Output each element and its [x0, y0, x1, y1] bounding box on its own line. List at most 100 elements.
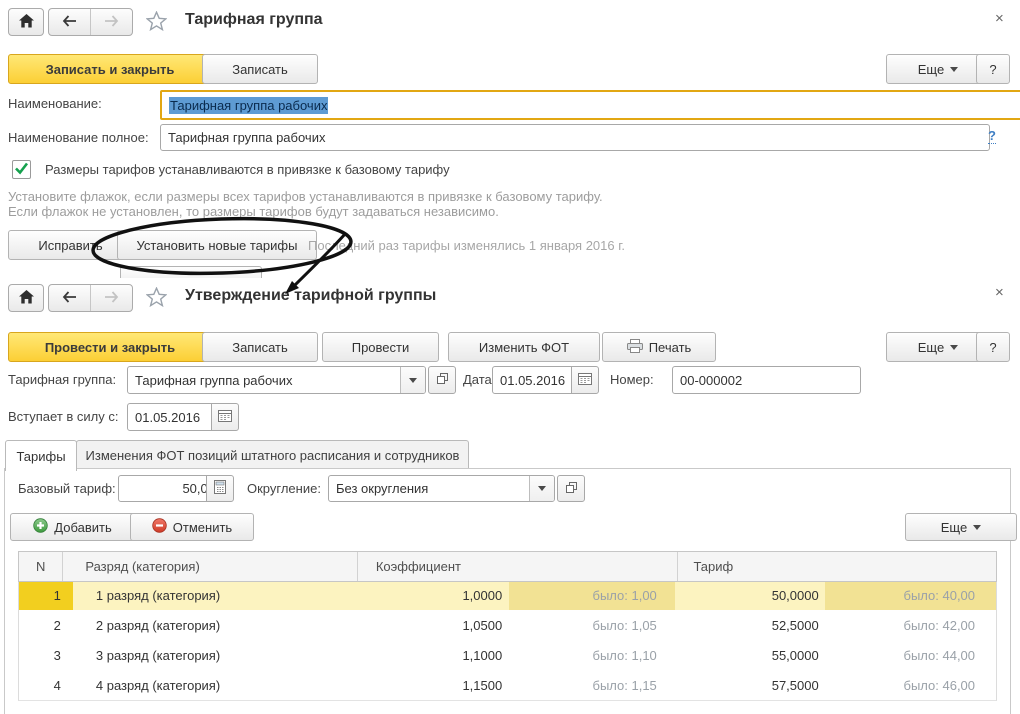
cell-grade: 4 разряд (категория) [73, 670, 358, 700]
base-rate-calculator-button[interactable] [206, 475, 234, 502]
home-icon [19, 290, 34, 307]
print-button[interactable]: Печать [602, 332, 716, 362]
table-row[interactable]: 4 4 разряд (категория) 1,1500 было: 1,15… [18, 670, 997, 701]
forward-button[interactable] [90, 9, 132, 35]
back-button-2[interactable] [49, 285, 90, 311]
add-row-button[interactable]: Добавить [10, 513, 135, 541]
more-button-2-label: Еще [918, 340, 944, 355]
cell-coefficient-was: было: 1,15 [509, 670, 675, 700]
save-button[interactable]: Записать [202, 54, 318, 84]
number-input[interactable]: 00-000002 [672, 366, 861, 394]
cell-coefficient-was: было: 1,05 [509, 610, 675, 640]
screen: Тарифная группа × Записать и закрыть Зап… [0, 0, 1020, 714]
date-calendar-button[interactable] [571, 366, 599, 394]
cell-n: 4 [19, 670, 73, 700]
cell-coefficient-was: было: 1,10 [509, 640, 675, 670]
clipped-button[interactable] [120, 266, 262, 278]
cell-rate-was: было: 40,00 [825, 580, 996, 610]
tariff-group-open-button[interactable] [428, 366, 456, 394]
tariff-approval-window: Утверждение тарифной группы × Провести и… [0, 278, 1020, 714]
post-button[interactable]: Провести [322, 332, 439, 362]
tariff-group-combo[interactable]: Тарифная группа рабочих [127, 366, 426, 394]
cell-grade: 1 разряд (категория) [73, 580, 358, 610]
date-input-value: 01.05.2016 [500, 373, 565, 388]
table-header: N Разряд (категория) Коэффициент Тариф [18, 551, 997, 582]
favorite-star-button[interactable] [146, 11, 167, 34]
column-header-coefficient: Коэффициент [357, 552, 678, 581]
back-button[interactable] [49, 9, 90, 35]
effective-date-calendar-button[interactable] [211, 403, 239, 431]
forward-button-2[interactable] [90, 285, 132, 311]
chevron-down-icon [950, 67, 958, 72]
rounding-open-button[interactable] [557, 475, 585, 502]
home-button-2[interactable] [8, 284, 44, 312]
close-icon[interactable]: × [995, 12, 1004, 26]
more-button-2[interactable]: Еще [886, 332, 990, 362]
tab-tariffs[interactable]: Тарифы [5, 440, 77, 471]
hint-line-2: Если флажок не установлен, то размеры та… [8, 204, 499, 219]
arrow-left-icon [62, 15, 77, 30]
chevron-down-icon [409, 378, 417, 383]
chevron-down-icon [538, 486, 546, 491]
full-name-input[interactable]: Тарифная группа рабочих [160, 124, 990, 151]
name-input-selected-text: Тарифная группа рабочих [169, 97, 328, 114]
set-new-tariffs-button[interactable]: Установить новые тарифы [117, 230, 317, 260]
arrow-right-icon [104, 15, 119, 30]
base-rate-link-checkbox[interactable] [12, 160, 31, 179]
help-button[interactable]: ? [976, 54, 1010, 84]
full-name-input-value: Тарифная группа рабочих [168, 130, 325, 145]
arrow-left-icon [62, 291, 77, 306]
effective-date-label: Вступает в силу с: [8, 409, 119, 424]
remove-row-button[interactable]: Отменить [130, 513, 254, 541]
table-row[interactable]: 3 3 разряд (категория) 1,1000 было: 1,10… [18, 640, 997, 671]
favorite-star-button-2[interactable] [146, 287, 167, 310]
table-row[interactable]: 1 1 разряд (категория) 1,0000 было: 1,00… [18, 580, 997, 611]
calendar-icon [578, 372, 592, 388]
rounding-combo[interactable]: Без округления [328, 475, 555, 502]
print-button-label: Печать [649, 340, 692, 355]
cell-rate: 55,0000 [675, 640, 825, 670]
close-icon-2[interactable]: × [995, 286, 1004, 300]
tab-fot-changes-label: Изменения ФОТ позиций штатного расписани… [86, 448, 460, 463]
cell-rate-was: было: 44,00 [825, 640, 996, 670]
cell-n: 2 [19, 610, 73, 640]
history-nav-group-2 [48, 284, 133, 312]
tab-fot-changes[interactable]: Изменения ФОТ позиций штатного расписани… [76, 440, 469, 469]
home-button[interactable] [8, 8, 44, 36]
open-form-icon [565, 481, 578, 497]
cell-rate-was: было: 46,00 [825, 670, 996, 700]
name-label: Наименование: [8, 96, 102, 111]
tariff-group-label: Тарифная группа: [8, 372, 116, 387]
cell-coefficient: 1,1500 [358, 670, 509, 700]
fix-button[interactable]: Исправить [8, 230, 133, 260]
column-header-grade: Разряд (категория) [62, 552, 356, 581]
save-button-2[interactable]: Записать [202, 332, 318, 362]
help-button-2[interactable]: ? [976, 332, 1010, 362]
cell-n: 1 [19, 580, 73, 610]
number-input-value: 00-000002 [680, 373, 742, 388]
checkmark-icon [14, 162, 29, 178]
chevron-down-icon [950, 345, 958, 350]
number-label: Номер: [610, 372, 654, 387]
rounding-label: Округление: [247, 481, 321, 496]
more-button-label: Еще [918, 62, 944, 77]
cell-grade: 3 разряд (категория) [73, 640, 358, 670]
home-icon [19, 14, 34, 31]
save-and-close-button[interactable]: Записать и закрыть [8, 54, 212, 84]
full-name-help-link[interactable]: ? [988, 128, 996, 144]
name-input[interactable]: Тарифная группа рабочих [160, 90, 1020, 120]
rounding-combo-dropdown[interactable] [529, 476, 554, 501]
add-plus-icon [33, 518, 48, 536]
post-and-close-button[interactable]: Провести и закрыть [8, 332, 212, 362]
table-more-button[interactable]: Еще [905, 513, 1017, 541]
more-button[interactable]: Еще [886, 54, 990, 84]
calculator-icon [214, 480, 226, 497]
tariff-group-combo-dropdown[interactable] [400, 367, 425, 393]
column-header-rate: Тариф [677, 552, 996, 581]
star-icon [146, 295, 167, 310]
table-row[interactable]: 2 2 разряд (категория) 1,0500 было: 1,05… [18, 610, 997, 641]
full-name-label: Наименование полное: [8, 130, 149, 145]
page-title-2: Утверждение тарифной группы [185, 287, 436, 305]
date-label: Дата: [463, 372, 495, 387]
change-fot-button[interactable]: Изменить ФОТ [448, 332, 600, 362]
